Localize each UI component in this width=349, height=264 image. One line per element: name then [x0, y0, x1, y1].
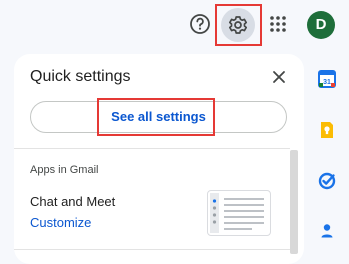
customize-link[interactable]: Customize — [30, 215, 91, 230]
calendar-app-button[interactable]: 31 — [318, 70, 336, 88]
chat-meet-label: Chat and Meet — [30, 194, 116, 209]
svg-text:31: 31 — [323, 79, 331, 86]
close-button[interactable] — [270, 68, 288, 86]
contacts-icon — [321, 224, 333, 238]
chat-meet-layout-thumbnail — [207, 190, 271, 236]
scrollbar[interactable] — [290, 150, 298, 254]
keep-icon — [321, 122, 333, 138]
apps-button[interactable] — [268, 14, 288, 34]
contacts-app-button[interactable] — [318, 222, 336, 240]
close-icon — [273, 71, 285, 83]
keep-app-button[interactable] — [318, 121, 336, 139]
divider — [14, 249, 290, 250]
panel-title: Quick settings — [30, 68, 131, 85]
divider — [14, 148, 290, 149]
settings-highlight-box — [215, 4, 262, 46]
avatar[interactable]: D — [307, 11, 335, 39]
apps-grid-icon — [270, 16, 286, 32]
see-all-highlight-box — [97, 98, 215, 136]
help-button[interactable] — [186, 10, 214, 38]
section-heading: Apps in Gmail — [30, 164, 99, 176]
help-circle-icon — [190, 14, 210, 34]
tasks-icon — [318, 172, 336, 190]
layout-preview-icon — [210, 193, 264, 233]
calendar-icon: 31 — [318, 70, 336, 88]
tasks-app-button[interactable] — [318, 172, 336, 190]
